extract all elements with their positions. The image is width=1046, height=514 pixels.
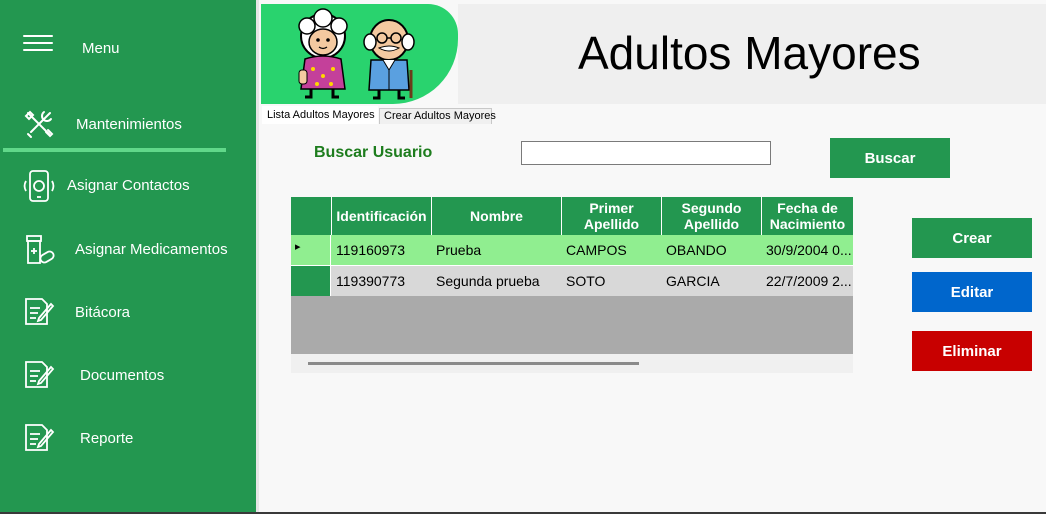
- table-cell: 119160973: [336, 242, 406, 258]
- sidebar: Menu Mantenimientos Asignar Contactos As…: [0, 0, 256, 512]
- sidebar-item-mantenimientos[interactable]: Mantenimientos: [0, 108, 256, 142]
- tab-crear-adultos-mayores[interactable]: Crear Adultos Mayores: [379, 108, 496, 124]
- column-header[interactable]: Primer Apellido: [562, 197, 662, 235]
- elderly-couple-logo: [261, 4, 458, 104]
- phone-contact-icon: [22, 169, 56, 203]
- document-edit-icon: [22, 296, 56, 330]
- sidebar-item-asignar-medicamentos[interactable]: Asignar Medicamentos: [0, 233, 256, 267]
- column-header[interactable]: Segundo Apellido: [662, 197, 762, 235]
- document-edit-icon: [22, 359, 56, 393]
- column-header[interactable]: Nombre: [432, 197, 562, 235]
- sidebar-item-label: Asignar Medicamentos: [75, 241, 228, 258]
- search-input[interactable]: [521, 141, 771, 165]
- sidebar-item-label: Documentos: [80, 367, 165, 384]
- row-selector[interactable]: [291, 266, 331, 296]
- search-label: Buscar Usuario: [314, 144, 433, 161]
- tab-lista-adultos-mayores[interactable]: Lista Adultos Mayores: [262, 106, 378, 124]
- scrollbar-thumb[interactable]: [308, 362, 639, 365]
- menu-toggle[interactable]: Menu: [0, 30, 256, 70]
- table-cell: GARCIA: [666, 273, 720, 289]
- table-cell: 119390773: [336, 273, 406, 289]
- sidebar-item-label: Bitácora: [75, 304, 131, 321]
- title-bar: Adultos Mayores: [458, 4, 1046, 104]
- sidebar-item-bitacora[interactable]: Bitácora: [0, 296, 256, 330]
- hamburger-menu-icon[interactable]: [22, 30, 56, 64]
- sidebar-item-label: Asignar Contactos: [67, 177, 190, 194]
- sidebar-item-documentos[interactable]: Documentos: [0, 359, 256, 393]
- table-corner: [291, 197, 332, 235]
- tools-icon: [22, 108, 56, 142]
- table-row[interactable]: 119390773 Segunda prueba SOTO GARCIA 22/…: [291, 266, 853, 296]
- delete-button[interactable]: Eliminar: [912, 331, 1032, 371]
- column-header[interactable]: Identificación: [332, 197, 432, 235]
- row-pointer-icon: ▸: [295, 241, 301, 253]
- sidebar-item-reporte[interactable]: Reporte: [0, 422, 256, 456]
- menu-label: Menu: [82, 40, 120, 57]
- sidebar-item-label: Mantenimientos: [76, 116, 182, 133]
- medicine-icon: [22, 233, 56, 267]
- create-button[interactable]: Crear: [912, 218, 1032, 258]
- active-item-indicator: [3, 148, 226, 152]
- table-cell: Segunda prueba: [436, 273, 540, 289]
- column-header[interactable]: Fecha de Nacimiento: [762, 197, 853, 235]
- table-cell: CAMPOS: [566, 242, 627, 258]
- row-selector[interactable]: ▸: [291, 235, 331, 265]
- table-cell: Prueba: [436, 242, 482, 258]
- table-row[interactable]: ▸ 119160973 Prueba CAMPOS OBANDO 30/9/20…: [291, 235, 853, 266]
- sidebar-item-label: Reporte: [80, 430, 134, 447]
- search-button[interactable]: Buscar: [830, 138, 950, 178]
- horizontal-scrollbar[interactable]: [291, 354, 853, 373]
- page-title: Adultos Mayores: [578, 27, 921, 79]
- table-cell: 30/9/2004 0...: [766, 242, 852, 258]
- table-cell: OBANDO: [666, 242, 727, 258]
- adults-table[interactable]: Identificación Nombre Primer Apellido Se…: [291, 197, 853, 373]
- table-cell: 22/7/2009 2...: [766, 273, 852, 289]
- sidebar-item-asignar-contactos[interactable]: Asignar Contactos: [0, 169, 256, 203]
- table-cell: SOTO: [566, 273, 606, 289]
- edit-button[interactable]: Editar: [912, 272, 1032, 312]
- document-edit-icon: [22, 422, 56, 456]
